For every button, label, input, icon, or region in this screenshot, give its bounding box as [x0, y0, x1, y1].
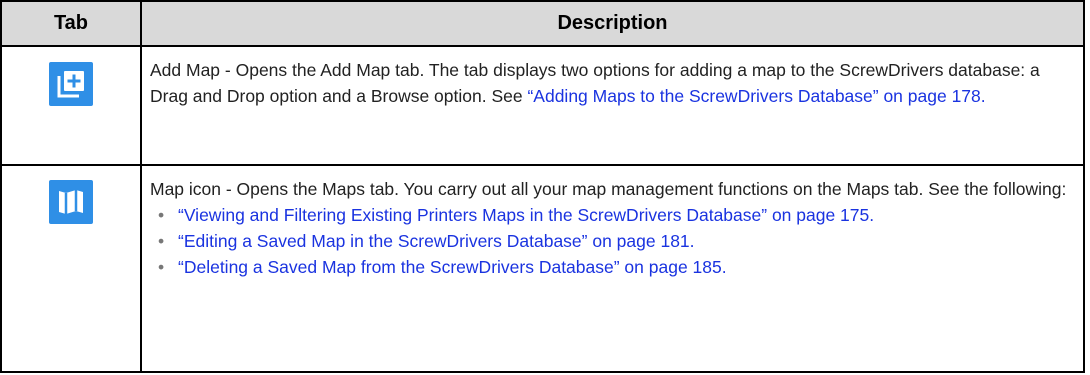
description-cell: Map icon - Opens the Maps tab. You carry…	[150, 176, 1073, 280]
description-text: Add Map - Opens the Add Map tab. The tab…	[150, 57, 1073, 109]
link-list: • “Viewing and Filtering Existing Printer…	[150, 202, 1073, 280]
header-description: Description	[557, 12, 668, 34]
tab-cell	[2, 166, 142, 373]
add-map-icon	[49, 62, 93, 106]
description-cell: Add Map - Opens the Add Map tab. The tab…	[150, 57, 1073, 109]
map-icon	[49, 180, 93, 224]
table-row: Map icon - Opens the Maps tab. You carry…	[2, 166, 1083, 373]
list-item: • “Editing a Saved Map in the ScrewDriver…	[158, 231, 695, 251]
adding-maps-link[interactable]: “Adding Maps to the ScrewDrivers Databas…	[527, 86, 985, 106]
table-header: Tab Description	[2, 2, 1083, 47]
editing-map-link[interactable]: “Editing a Saved Map in the ScrewDrivers…	[178, 231, 695, 251]
list-item: • “Viewing and Filtering Existing Printer…	[158, 205, 875, 225]
viewing-filtering-link[interactable]: “Viewing and Filtering Existing Printers…	[178, 205, 874, 225]
list-item: • “Deleting a Saved Map from the ScrewDri…	[158, 257, 727, 277]
deleting-map-link[interactable]: “Deleting a Saved Map from the ScrewDriv…	[178, 257, 727, 277]
tab-description-table: Tab Description Add Map - Opens the Add …	[0, 0, 1085, 373]
description-body: Map icon - Opens the Maps tab. You carry…	[150, 179, 1067, 199]
header-tab: Tab	[2, 2, 142, 45]
tab-cell	[2, 47, 142, 164]
table-row: Add Map - Opens the Add Map tab. The tab…	[2, 47, 1083, 166]
